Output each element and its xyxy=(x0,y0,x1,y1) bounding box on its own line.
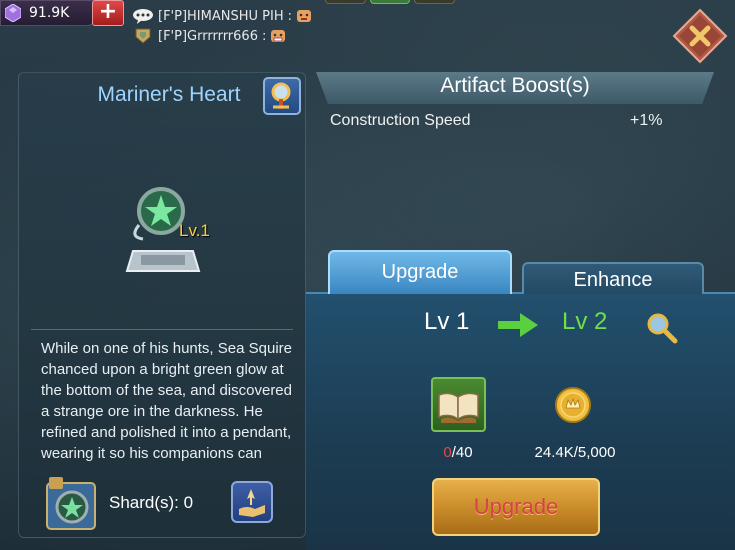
chat-separator: : xyxy=(261,28,267,44)
gem-counter[interactable]: 91.9K xyxy=(0,0,94,26)
emoji-icon xyxy=(271,30,286,42)
gem-count: 91.9K xyxy=(29,5,70,21)
book-icon[interactable] xyxy=(431,377,486,432)
next-level: Lv 2 xyxy=(562,308,608,335)
magnifier-icon xyxy=(271,82,291,109)
current-level: Lv 1 xyxy=(424,308,470,335)
book-needed: /40 xyxy=(451,444,473,461)
hand-icon xyxy=(239,489,265,517)
emoji-icon xyxy=(297,10,311,22)
gold-requirement: 24.4K/5,000 xyxy=(534,444,616,461)
chat-line[interactable]: [F'P]HIMANSHU PIH : xyxy=(132,6,312,26)
shard-count: Shard(s): 0 xyxy=(109,493,194,512)
boost-title: Artifact Boost(s) xyxy=(440,74,590,97)
chat-name: [F'P]HIMANSHU PIH xyxy=(158,8,284,24)
chat-separator: : xyxy=(287,8,292,24)
artifact-level: Lv.1 xyxy=(179,221,210,240)
top-tab[interactable] xyxy=(325,0,366,4)
top-tab[interactable] xyxy=(369,0,411,4)
chat-line[interactable]: [F'P]Grrrrrrr666 : xyxy=(132,26,286,46)
top-tab[interactable] xyxy=(414,0,456,4)
close-icon[interactable] xyxy=(672,8,728,64)
chat-bubble-icon xyxy=(133,9,153,24)
acquire-shards-button[interactable] xyxy=(231,481,273,523)
magnifier-icon[interactable] xyxy=(644,310,678,344)
divider xyxy=(31,329,293,330)
book-owned: 0 xyxy=(443,444,452,461)
open-book-icon xyxy=(438,392,479,423)
tab-enhance[interactable]: Enhance xyxy=(522,262,704,294)
tab-upgrade[interactable]: Upgrade xyxy=(328,250,512,294)
chat-name: [F'P]Grrrrrrr666 xyxy=(158,28,258,44)
artifact-info-button[interactable] xyxy=(263,77,301,115)
artifact-panel: Mariner's Heart Lv.1 While on one of his… xyxy=(18,72,306,538)
shard-icon xyxy=(46,477,96,530)
boost-value: +1% xyxy=(630,112,663,129)
artifact-description: While on one of his hunts, Sea Squire ch… xyxy=(41,340,292,462)
guild-badge-icon xyxy=(135,28,151,44)
arrow-right-icon xyxy=(498,313,538,337)
top-tab-strip xyxy=(325,0,456,6)
artifact-name: Mariner's Heart xyxy=(97,83,241,106)
book-requirement: 0/40 xyxy=(420,444,496,461)
gem-icon xyxy=(5,4,21,22)
upgrade-button[interactable]: Upgrade xyxy=(432,478,600,536)
add-gems-button[interactable]: + xyxy=(92,0,124,26)
gold-coin-icon xyxy=(555,387,591,423)
